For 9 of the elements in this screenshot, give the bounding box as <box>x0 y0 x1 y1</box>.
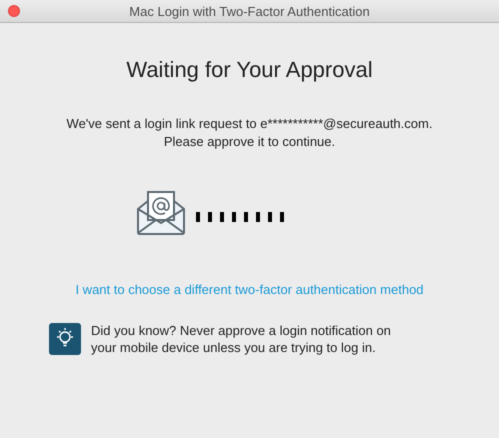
envelope-icon <box>136 191 186 235</box>
tip-text: Did you know? Never approve a login notification on your mobile device unless you are trying to log in. <box>91 322 392 356</box>
lightbulb-icon <box>49 323 81 355</box>
window-title: Mac Login with Two-Factor Authentication <box>129 4 370 18</box>
heading: Waiting for Your Approval <box>126 57 373 83</box>
close-button[interactable] <box>8 5 20 17</box>
alternate-method-link[interactable]: I want to choose a different two-factor authentication method <box>75 282 424 297</box>
message-text: Please approve it to continue. <box>164 133 336 151</box>
message-text: We've sent a login link request to e***********@secureauth.com. <box>66 115 432 133</box>
